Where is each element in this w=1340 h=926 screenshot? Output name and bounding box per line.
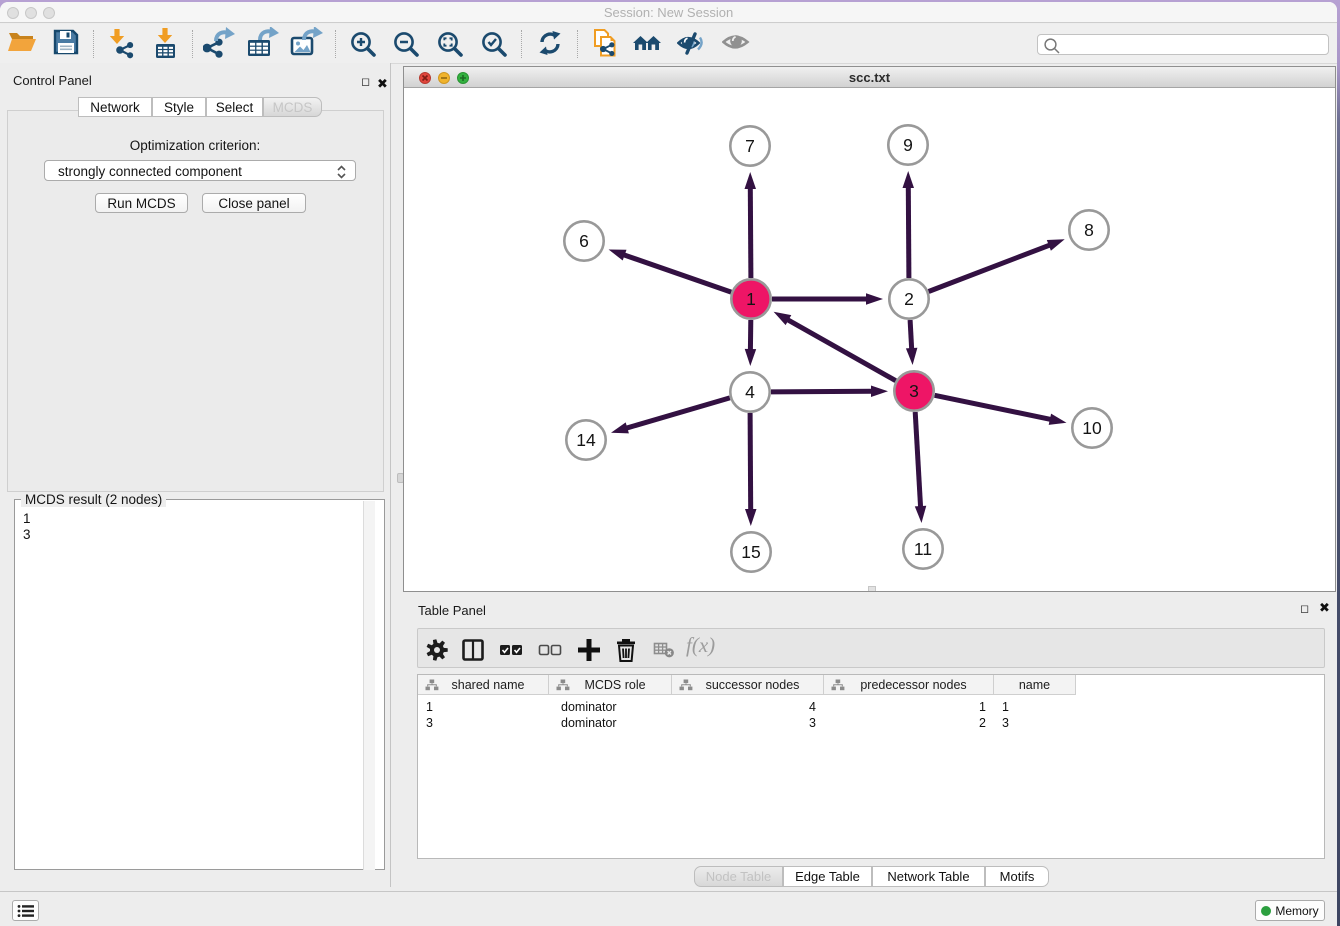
svg-text:9: 9 [903, 135, 913, 155]
svg-text:3: 3 [909, 381, 919, 401]
svg-text:10: 10 [1082, 418, 1102, 438]
svg-text:7: 7 [745, 136, 755, 156]
svg-text:6: 6 [579, 231, 589, 251]
svg-text:15: 15 [741, 542, 760, 562]
svg-text:14: 14 [576, 430, 596, 450]
svg-text:2: 2 [904, 289, 914, 309]
svg-text:11: 11 [914, 539, 932, 559]
svg-text:1: 1 [746, 289, 756, 309]
svg-text:8: 8 [1084, 220, 1094, 240]
svg-text:4: 4 [745, 382, 755, 402]
